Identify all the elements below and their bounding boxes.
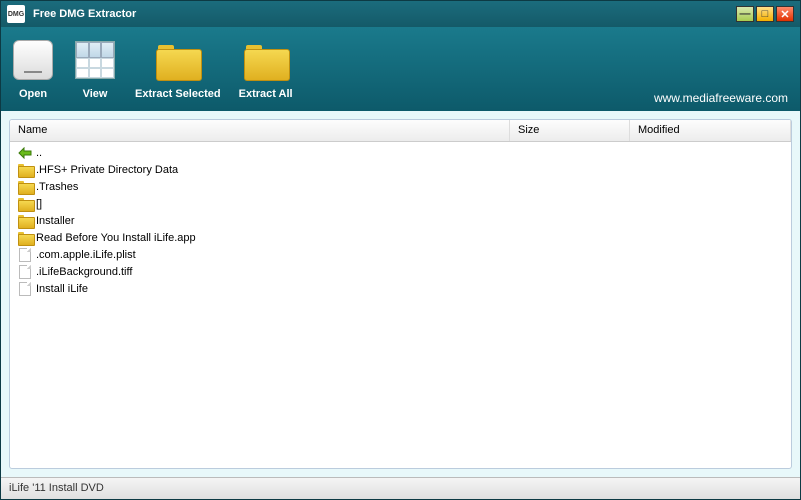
folder-icon [16,179,34,195]
folder-icon [244,41,288,79]
back-arrow-icon [16,145,34,161]
list-row[interactable]: .com.apple.iLife.plist [16,246,785,263]
minimize-button[interactable]: — [736,6,754,22]
folder-icon [16,162,34,178]
maximize-button[interactable]: □ [756,6,774,22]
website-link[interactable]: www.mediafreeware.com [654,91,788,105]
toolbar: Open View Extract Selected Extract All w… [1,27,800,111]
list-row[interactable]: .Trashes [16,178,785,195]
list-row[interactable]: [] [16,195,785,212]
open-button[interactable]: Open [11,38,55,100]
column-modified[interactable]: Modified [630,120,791,141]
window-title: Free DMG Extractor [33,8,136,20]
app-window: DMG Free DMG Extractor — □ ✕ Open View E… [0,0,801,500]
list-row[interactable]: Install iLife [16,280,785,297]
list-row[interactable]: Read Before You Install iLife.app [16,229,785,246]
list-row[interactable]: .. [16,144,785,161]
list-body[interactable]: .. .HFS+ Private Directory Data .Trashes []… [10,142,791,468]
folder-icon [16,196,34,212]
status-text: iLife '11 Install DVD [9,482,104,494]
close-button[interactable]: ✕ [776,6,794,22]
extract-selected-button[interactable]: Extract Selected [135,38,221,100]
list-row[interactable]: .HFS+ Private Directory Data [16,161,785,178]
content-area: Name Size Modified .. .HFS+ Private Direc… [1,111,800,477]
row-label: .Trashes [36,181,78,193]
row-label: .. [36,147,42,159]
app-icon: DMG [7,5,25,23]
row-label: Installer [36,215,75,227]
view-button[interactable]: View [73,38,117,100]
row-label: .iLifeBackground.tiff [36,266,132,278]
extract-selected-label: Extract Selected [135,88,221,100]
file-list: Name Size Modified .. .HFS+ Private Direc… [9,119,792,469]
folder-icon [16,230,34,246]
drive-icon [13,40,53,80]
extract-all-label: Extract All [239,88,293,100]
file-icon [16,247,34,263]
extract-all-button[interactable]: Extract All [239,38,293,100]
statusbar: iLife '11 Install DVD [1,477,800,499]
column-size[interactable]: Size [510,120,630,141]
row-label: Install iLife [36,283,88,295]
file-icon [16,264,34,280]
column-name[interactable]: Name [10,120,510,141]
list-row[interactable]: Installer [16,212,785,229]
open-label: Open [19,88,47,100]
view-label: View [83,88,108,100]
file-icon [16,281,34,297]
list-row[interactable]: .iLifeBackground.tiff [16,263,785,280]
row-label: .HFS+ Private Directory Data [36,164,178,176]
titlebar[interactable]: DMG Free DMG Extractor — □ ✕ [1,1,800,27]
folder-icon [16,213,34,229]
row-label: .com.apple.iLife.plist [36,249,136,261]
folder-icon [156,41,200,79]
list-header: Name Size Modified [10,120,791,142]
row-label: Read Before You Install iLife.app [36,232,196,244]
row-label: [] [36,198,42,210]
grid-icon [75,41,115,79]
